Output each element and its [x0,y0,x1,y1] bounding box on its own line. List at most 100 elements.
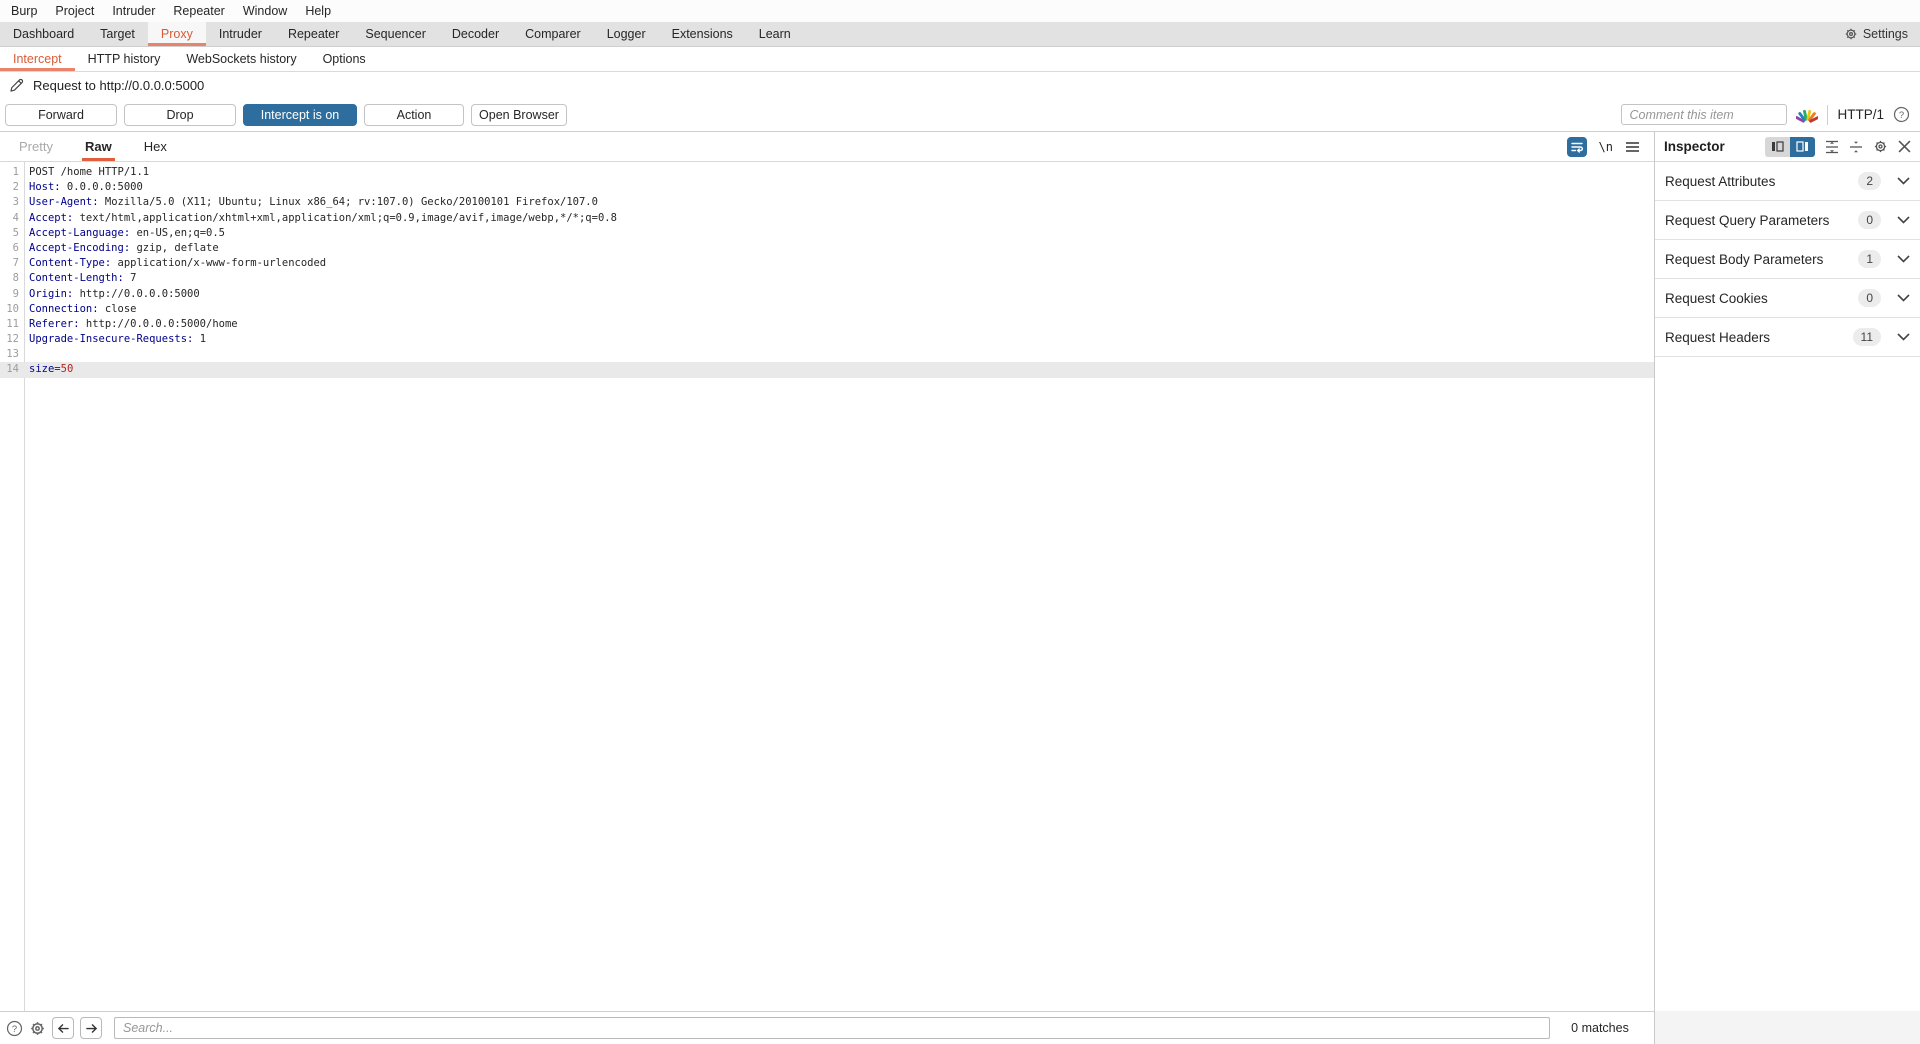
line-number: 11 [6,317,19,330]
token: Origin: [29,287,74,300]
line-number: 7 [12,257,19,270]
token: http://0.0.0.0:5000/home [79,317,238,330]
word-wrap-toggle-icon[interactable] [1566,136,1587,157]
request-line: 9 Origin: http://0.0.0.0:5000 [0,287,1654,302]
token: Content-Type: [29,257,112,270]
line-number: 10 [6,302,19,315]
menu-project[interactable]: Project [46,4,103,18]
request-line-text: User-Agent: Mozilla/5.0 (X11; Ubuntu; Li… [19,195,598,210]
search-bar: ? 0 matches [0,1011,1654,1044]
tab-decoder[interactable]: Decoder [439,22,512,46]
settings-button[interactable]: Settings [1832,22,1920,46]
token: Accept-Language: [29,226,131,239]
line-number: 14 [6,363,19,376]
chevron-down-icon[interactable] [1897,216,1910,224]
inspector-footer [1655,1011,1920,1044]
chevron-down-icon[interactable] [1897,255,1910,263]
action-button[interactable]: Action [364,103,464,126]
line-number: 5 [12,226,19,239]
line-number: 12 [6,333,19,346]
chevron-down-icon[interactable] [1897,177,1910,185]
token: POST /home HTTP/1.1 [29,166,150,178]
tab-logger[interactable]: Logger [594,22,659,46]
search-help-icon[interactable]: ? [6,1020,23,1037]
intercept-toggle-button[interactable]: Intercept is on [243,103,357,126]
forward-button[interactable]: Forward [5,103,117,126]
menu-repeater[interactable]: Repeater [164,4,233,18]
tab-extensions[interactable]: Extensions [659,22,746,46]
subtab-intercept[interactable]: Intercept [0,47,75,71]
show-newlines-icon[interactable]: \n [1599,140,1613,154]
menu-help[interactable]: Help [296,4,340,18]
token: gzip, deflate [130,241,219,254]
inspector-section-request-body-parameters[interactable]: Request Body Parameters 1 [1655,240,1920,279]
message-editor-panel: Pretty Raw Hex \n 1 POST /home HTTP/1.1 2 Hos… [0,132,1655,1044]
subtab-options[interactable]: Options [310,47,379,71]
proxy-sub-tab-bar: Intercept HTTP history WebSockets history O… [0,47,1920,72]
menu-window[interactable]: Window [234,4,296,18]
subtab-http-history[interactable]: HTTP history [75,47,174,71]
tab-dashboard[interactable]: Dashboard [0,22,87,46]
token: http://0.0.0.0:5000 [73,287,200,300]
inspector-layout-left-icon[interactable] [1765,136,1790,157]
request-line-text [19,347,29,362]
drop-button[interactable]: Drop [124,103,236,126]
tab-target[interactable]: Target [87,22,148,46]
editor-menu-icon[interactable] [1625,141,1640,153]
tab-proxy[interactable]: Proxy [147,22,206,46]
token: Accept: [29,211,74,224]
request-line-text: Connection: close [19,302,136,317]
editor-tab-pretty[interactable]: Pretty [16,132,56,161]
inspector-count-badge: 2 [1858,172,1881,190]
tab-sequencer[interactable]: Sequencer [352,22,438,46]
menu-intruder[interactable]: Intruder [103,4,164,18]
token: en-US,en;q=0.5 [130,226,225,239]
inspector-section-request-cookies[interactable]: Request Cookies 0 [1655,279,1920,318]
editor-tab-raw[interactable]: Raw [81,132,115,161]
open-browser-button[interactable]: Open Browser [471,103,567,126]
match-count-label: 0 matches [1571,1021,1629,1035]
request-line-text: Origin: http://0.0.0.0:5000 [19,287,200,302]
divider [1827,104,1829,125]
token: size [29,363,55,376]
inspector-section-request-headers[interactable]: Request Headers 11 [1655,318,1920,357]
subtab-websockets-history[interactable]: WebSockets history [173,47,309,71]
inspector-layout-right-icon[interactable] [1790,136,1815,157]
chevron-down-icon[interactable] [1897,294,1910,302]
inspector-close-icon[interactable] [1898,140,1911,153]
request-line-text: Content-Length: 7 [19,271,136,286]
editor-tab-hex[interactable]: Hex [141,132,170,161]
svg-text:?: ? [12,1023,17,1034]
protocol-label: HTTP/1 [1837,107,1884,122]
menu-burp[interactable]: Burp [2,4,46,18]
tab-learn[interactable]: Learn [746,22,804,46]
inspector-section-label: Request Body Parameters [1665,251,1824,267]
inspector-settings-gear-icon[interactable] [1873,139,1888,154]
token: Upgrade-Insecure-Requests: [29,333,194,346]
search-settings-gear-icon[interactable] [29,1020,46,1037]
inspector-title: Inspector [1664,139,1725,154]
inspector-header: Inspector [1655,132,1920,162]
request-line: 1 POST /home HTTP/1.1 [0,165,1654,180]
intercept-toolbar: Forward Drop Intercept is on Action Open… [0,98,1920,132]
request-line: 2 Host: 0.0.0.0:5000 [0,180,1654,195]
main-tab-bar: Dashboard Target Proxy Intruder Repeater Sequ… [0,22,1920,47]
inspector-count-badge: 11 [1852,328,1881,346]
tab-comparer[interactable]: Comparer [512,22,594,46]
expand-all-icon[interactable] [1825,140,1839,154]
inspector-section-request-query-parameters[interactable]: Request Query Parameters 0 [1655,201,1920,240]
inspector-section-request-attributes[interactable]: Request Attributes 2 [1655,162,1920,201]
comment-input[interactable] [1621,104,1788,125]
chevron-down-icon[interactable] [1897,333,1910,341]
highlight-color-icon[interactable] [1796,106,1819,124]
tab-repeater[interactable]: Repeater [275,22,352,46]
collapse-all-icon[interactable] [1849,140,1863,154]
tab-intruder[interactable]: Intruder [206,22,275,46]
next-match-button[interactable] [80,1017,102,1039]
line-number: 2 [12,181,19,194]
request-editor[interactable]: 1 POST /home HTTP/1.1 2 Host: 0.0.0.0:5000 3… [0,162,1654,1011]
search-input[interactable] [114,1017,1550,1039]
previous-match-button[interactable] [52,1017,74,1039]
svg-text:?: ? [1899,110,1904,121]
help-icon[interactable]: ? [1893,106,1910,123]
